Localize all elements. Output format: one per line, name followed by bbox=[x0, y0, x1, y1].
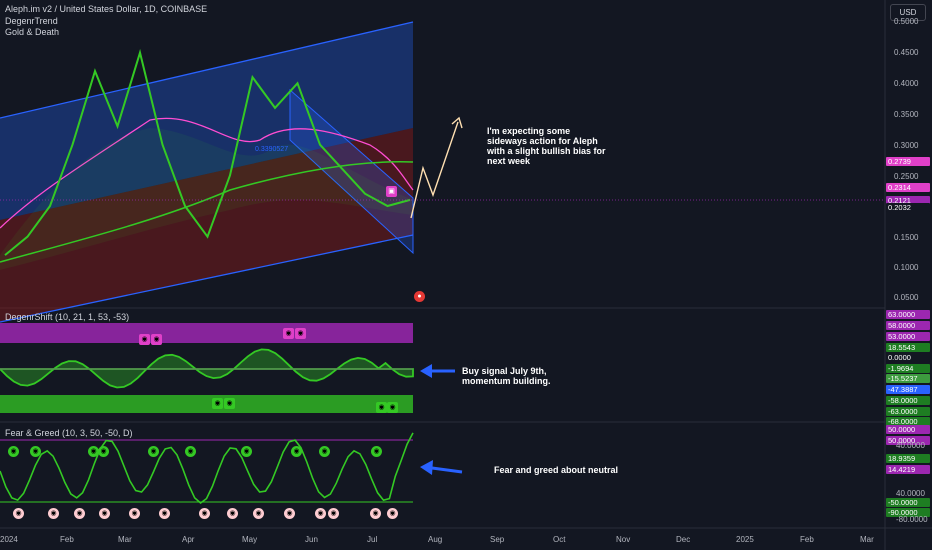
price-tag: 0.2032 bbox=[886, 203, 930, 212]
shift-oscillator bbox=[0, 348, 414, 389]
shift-axis-label: 0.0000 bbox=[886, 353, 930, 362]
time-axis-label: 2025 bbox=[736, 535, 754, 544]
fear-signal-icon[interactable]: ◉ bbox=[99, 508, 110, 519]
chart-canvas[interactable] bbox=[0, 0, 932, 550]
shift-axis-label: -58.0000 bbox=[886, 396, 930, 405]
shift-axis-label: 58.0000 bbox=[886, 321, 930, 330]
forecast-path bbox=[410, 121, 459, 219]
greed-signal-icon[interactable]: ◉ bbox=[319, 446, 330, 457]
fear-signal-icon[interactable]: ◉ bbox=[129, 508, 140, 519]
inline-value-label: 0.3390527 bbox=[255, 146, 289, 153]
fear-greed-arrow bbox=[431, 466, 463, 474]
greed-signal-icon[interactable]: ◉ bbox=[148, 446, 159, 457]
fear-greed-line bbox=[0, 432, 414, 505]
fear-signal-icon[interactable]: ◉ bbox=[227, 508, 238, 519]
time-axis-label: Jun bbox=[305, 535, 318, 544]
greed-signal-icon[interactable]: ◉ bbox=[371, 446, 382, 457]
price-tag: 0.2314 bbox=[886, 183, 930, 192]
time-axis-label: Apr bbox=[182, 535, 195, 544]
time-axis-label: May bbox=[242, 535, 258, 544]
time-axis-label: Feb bbox=[800, 535, 814, 544]
fear-signal-icon[interactable]: ◉ bbox=[315, 508, 326, 519]
fg-axis-plain-label: -80.0000 bbox=[896, 515, 928, 524]
time-axis-label: Jul bbox=[367, 535, 378, 544]
fear-signal-icon[interactable]: ◉ bbox=[328, 508, 339, 519]
indicator-degenr-trend[interactable]: DegenrTrend bbox=[5, 16, 58, 27]
shift-signal-icon[interactable]: ◉ bbox=[283, 328, 294, 339]
fear-greed-annotation: Fear and greed about neutral bbox=[494, 465, 619, 475]
fear-greed-arrowhead bbox=[420, 460, 433, 475]
shift-buy-icon[interactable]: ◉ bbox=[376, 402, 387, 413]
price-axis-label: 0.5000 bbox=[894, 17, 919, 26]
price-axis-label: 0.3500 bbox=[894, 110, 919, 119]
greed-signal-icon[interactable]: ◉ bbox=[8, 446, 19, 457]
shift-signal-icon[interactable]: ◉ bbox=[139, 334, 150, 345]
momentum-annotation: Buy signal July 9th, momentum building. bbox=[462, 366, 551, 386]
fear-signal-icon[interactable]: ◉ bbox=[387, 508, 398, 519]
shift-buy-icon[interactable]: ◉ bbox=[224, 398, 235, 409]
fg-axis-label: 14.4219 bbox=[886, 465, 930, 474]
fg-axis-label: 50.0000 bbox=[886, 425, 930, 434]
greed-signal-icon[interactable]: ◉ bbox=[241, 446, 252, 457]
price-axis-label: 0.1500 bbox=[894, 233, 919, 242]
pane-fear-greed-title[interactable]: Fear & Greed (10, 3, 50, -50, D) bbox=[5, 428, 133, 439]
greed-signal-icon[interactable]: ◉ bbox=[98, 446, 109, 457]
shift-axis-label: -1.9694 bbox=[886, 364, 930, 373]
indicator-gold-death[interactable]: Gold & Death bbox=[5, 27, 59, 38]
time-axis-label: Oct bbox=[553, 535, 566, 544]
greed-signal-icon[interactable]: ◉ bbox=[185, 446, 196, 457]
shift-buy-icon[interactable]: ◉ bbox=[212, 398, 223, 409]
price-axis-label: 0.3000 bbox=[894, 141, 919, 150]
time-axis-label: Mar bbox=[118, 535, 132, 544]
fear-signal-icon[interactable]: ◉ bbox=[48, 508, 59, 519]
time-axis-label: Dec bbox=[676, 535, 691, 544]
price-axis-label: 0.2500 bbox=[894, 172, 919, 181]
price-annotation: I'm expecting some sideways action for A… bbox=[487, 126, 606, 166]
shift-axis-label: -63.0000 bbox=[886, 407, 930, 416]
pane-degenr-shift-title[interactable]: DegenrShift (10, 21, 1, 53, -53) bbox=[5, 312, 129, 323]
shift-axis-label: -47.3887 bbox=[886, 385, 930, 394]
shift-signal-icon[interactable]: ◉ bbox=[295, 328, 306, 339]
shift-overbought-band bbox=[0, 323, 413, 343]
time-axis-label: 2024 bbox=[0, 535, 18, 544]
price-tag: 0.2739 bbox=[886, 157, 930, 166]
fg-axis-label: 18.9359 bbox=[886, 454, 930, 463]
shift-oversold-band bbox=[0, 395, 413, 413]
fear-signal-icon[interactable]: ◉ bbox=[13, 508, 24, 519]
shift-axis-label: 63.0000 bbox=[886, 310, 930, 319]
fear-signal-icon[interactable]: ◉ bbox=[74, 508, 85, 519]
time-axis-label: Nov bbox=[616, 535, 631, 544]
fg-axis-plain-label: 40.0000 bbox=[896, 441, 925, 450]
time-axis-label: Sep bbox=[490, 535, 505, 544]
time-axis-label: Aug bbox=[428, 535, 443, 544]
fg-axis-label: -50.0000 bbox=[886, 498, 930, 507]
shift-axis-label: 18.5543 bbox=[886, 343, 930, 352]
greed-signal-icon[interactable]: ◉ bbox=[291, 446, 302, 457]
price-axis-label: 0.4000 bbox=[894, 79, 919, 88]
shift-axis-label: 53.0000 bbox=[886, 332, 930, 341]
momentum-arrowhead bbox=[420, 364, 432, 378]
price-axis-label: 0.1000 bbox=[894, 263, 919, 272]
price-axis-label: 0.4500 bbox=[894, 48, 919, 57]
signal-marker-icon[interactable]: ▣ bbox=[386, 186, 397, 197]
fear-signal-icon[interactable]: ◉ bbox=[370, 508, 381, 519]
price-axis-label: 0.0500 bbox=[894, 293, 919, 302]
fear-signal-icon[interactable]: ◉ bbox=[159, 508, 170, 519]
fear-signal-icon[interactable]: ◉ bbox=[199, 508, 210, 519]
flag-icon[interactable]: ● bbox=[414, 291, 425, 302]
greed-signal-icon[interactable]: ◉ bbox=[30, 446, 41, 457]
fear-signal-icon[interactable]: ◉ bbox=[284, 508, 295, 519]
fear-signal-icon[interactable]: ◉ bbox=[253, 508, 264, 519]
shift-buy-icon[interactable]: ◉ bbox=[387, 402, 398, 413]
time-axis-label: Feb bbox=[60, 535, 74, 544]
time-axis-label: Mar bbox=[860, 535, 874, 544]
shift-axis-label: -15.5237 bbox=[886, 374, 930, 383]
shift-signal-icon[interactable]: ◉ bbox=[151, 334, 162, 345]
fg-axis-plain-label: 40.0000 bbox=[896, 489, 925, 498]
symbol-title: Aleph.im v2 / United States Dollar, 1D, … bbox=[5, 4, 208, 14]
